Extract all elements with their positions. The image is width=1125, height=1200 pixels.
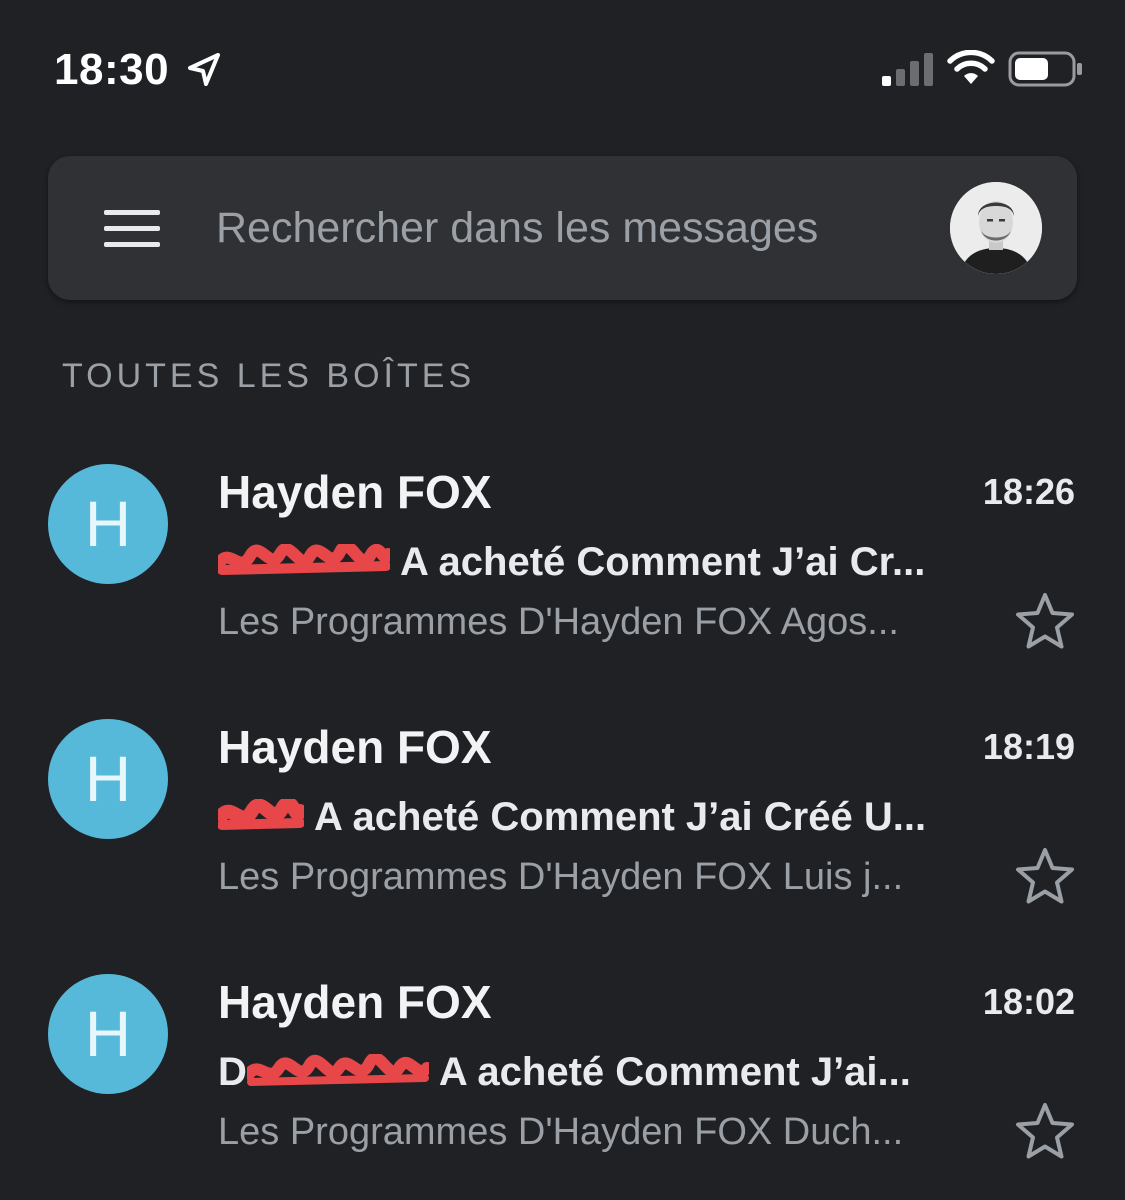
wifi-icon	[947, 50, 995, 84]
mail-time: 18:19	[982, 726, 1075, 767]
battery-icon	[1008, 51, 1082, 87]
section-title: TOUTES LES BOÎTES	[62, 357, 476, 395]
sender-avatar: H	[48, 464, 168, 584]
mail-subject: A acheté Comment J’ai Créé U...	[314, 795, 927, 839]
mail-time: 18:26	[982, 471, 1075, 512]
subject-prefix: D	[218, 1050, 247, 1094]
mail-preview: Les Programmes D'Hayden FOX Duch...	[218, 1111, 904, 1153]
star-icon[interactable]	[1014, 1100, 1076, 1162]
search-input[interactable]	[216, 196, 936, 260]
sender-name: Hayden FOX	[218, 466, 492, 518]
redaction-scribble	[246, 1054, 429, 1087]
account-photo	[950, 182, 1042, 274]
mail-subject-row: A acheté Comment J’ai Cr...	[218, 534, 998, 590]
mail-subject: A acheté Comment J’ai Cr...	[400, 540, 926, 584]
redaction-scribble	[218, 799, 304, 831]
search-bar	[48, 156, 1077, 300]
sender-avatar: H	[48, 719, 168, 839]
status-time: 18:30	[54, 45, 170, 94]
sender-avatar: H	[48, 974, 168, 1094]
mail-subject-row: A acheté Comment J’ai Créé U...	[218, 789, 998, 845]
redaction-scribble	[218, 544, 390, 576]
sender-name: Hayden FOX	[218, 976, 492, 1028]
mail-item[interactable]: H Hayden FOX 18:19 A acheté Comment J’ai…	[0, 685, 1125, 940]
mail-item[interactable]: H Hayden FOX 18:26 A acheté Comment J’ai…	[0, 430, 1125, 685]
mail-subject: A acheté Comment J’ai...	[438, 1050, 911, 1094]
star-icon[interactable]	[1014, 845, 1076, 907]
mail-preview: Les Programmes D'Hayden FOX Luis j...	[218, 856, 904, 898]
cellular-signal-icon	[882, 53, 933, 86]
star-icon[interactable]	[1014, 590, 1076, 652]
mail-list: H Hayden FOX 18:26 A acheté Comment J’ai…	[0, 430, 1125, 1195]
account-avatar[interactable]	[950, 182, 1042, 274]
sender-name: Hayden FOX	[218, 721, 492, 773]
mail-preview: Les Programmes D'Hayden FOX Agos...	[218, 601, 899, 643]
hamburger-menu-icon[interactable]	[104, 208, 160, 248]
mail-item[interactable]: H Hayden FOX 18:02 D A acheté Comment J’…	[0, 940, 1125, 1195]
mail-subject-row: D A acheté Comment J’ai...	[218, 1044, 998, 1100]
mail-time: 18:02	[982, 981, 1075, 1022]
status-bar: 18:30	[0, 0, 1125, 140]
location-arrow-icon	[188, 53, 220, 86]
